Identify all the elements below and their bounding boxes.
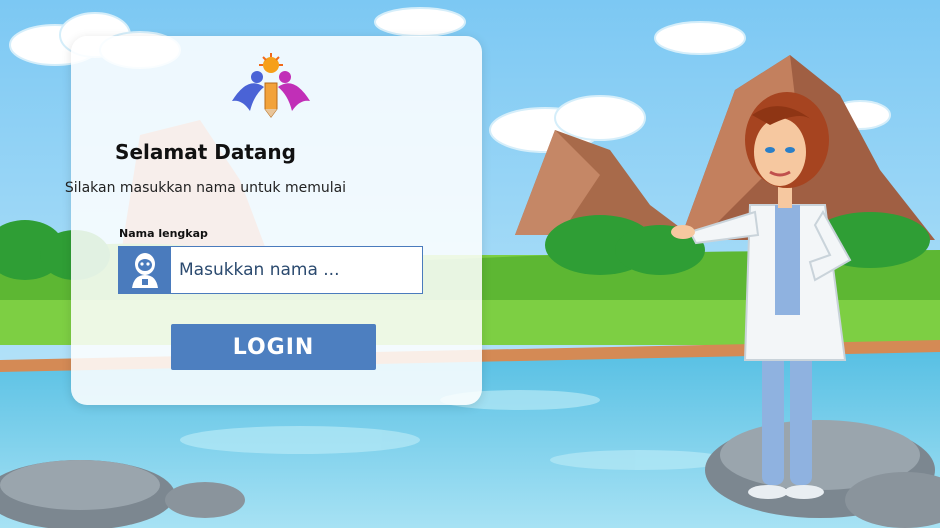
kids-pencil-logo-icon xyxy=(232,53,310,118)
name-label: Nama lengkap xyxy=(119,227,208,240)
name-field xyxy=(118,246,423,294)
name-input[interactable] xyxy=(171,247,422,293)
welcome-title: Selamat Datang xyxy=(115,140,296,164)
login-button[interactable]: LOGIN xyxy=(171,324,376,370)
user-avatar-icon xyxy=(119,247,171,293)
welcome-subtitle: Silakan masukkan nama untuk memulai xyxy=(64,180,347,196)
scene: Selamat Datang Silakan masukkan nama unt… xyxy=(0,0,940,528)
